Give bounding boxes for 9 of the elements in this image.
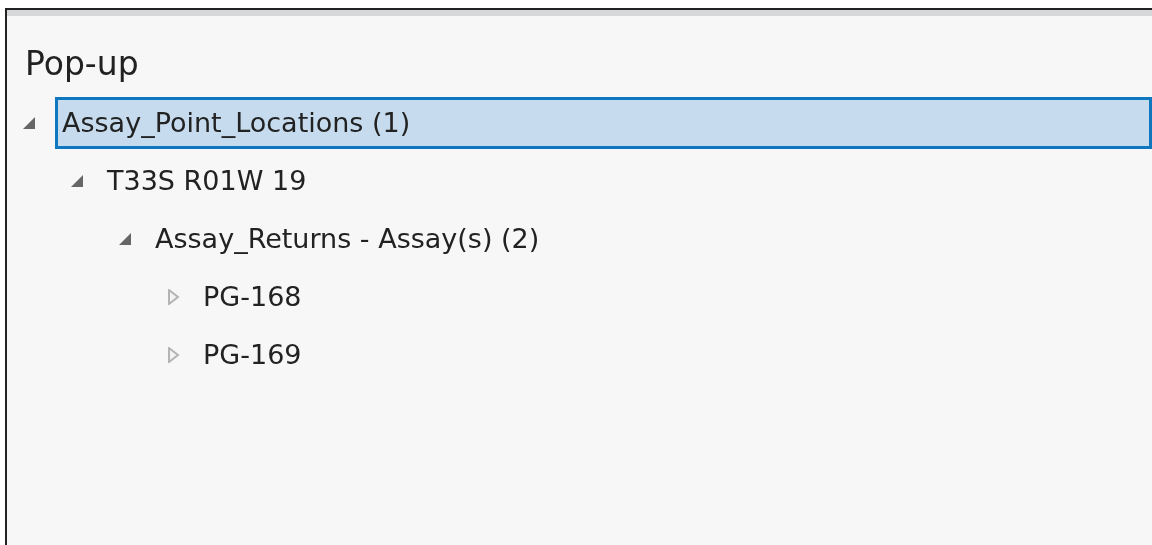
tree-item[interactable]: PG-169 — [199, 337, 306, 373]
panel-title: Pop-up — [25, 43, 139, 85]
tree-item[interactable]: Assay_Returns - Assay(s) (2) — [151, 221, 544, 257]
collapse-arrow-icon[interactable] — [117, 231, 133, 247]
collapse-arrow-icon[interactable] — [21, 115, 37, 131]
tree-item[interactable]: Assay_Point_Locations (1) — [55, 97, 1152, 149]
tree-item[interactable]: PG-168 — [199, 279, 306, 315]
collapse-arrow-icon[interactable] — [69, 173, 85, 189]
tree-item[interactable]: T33S R01W 19 — [103, 163, 311, 199]
